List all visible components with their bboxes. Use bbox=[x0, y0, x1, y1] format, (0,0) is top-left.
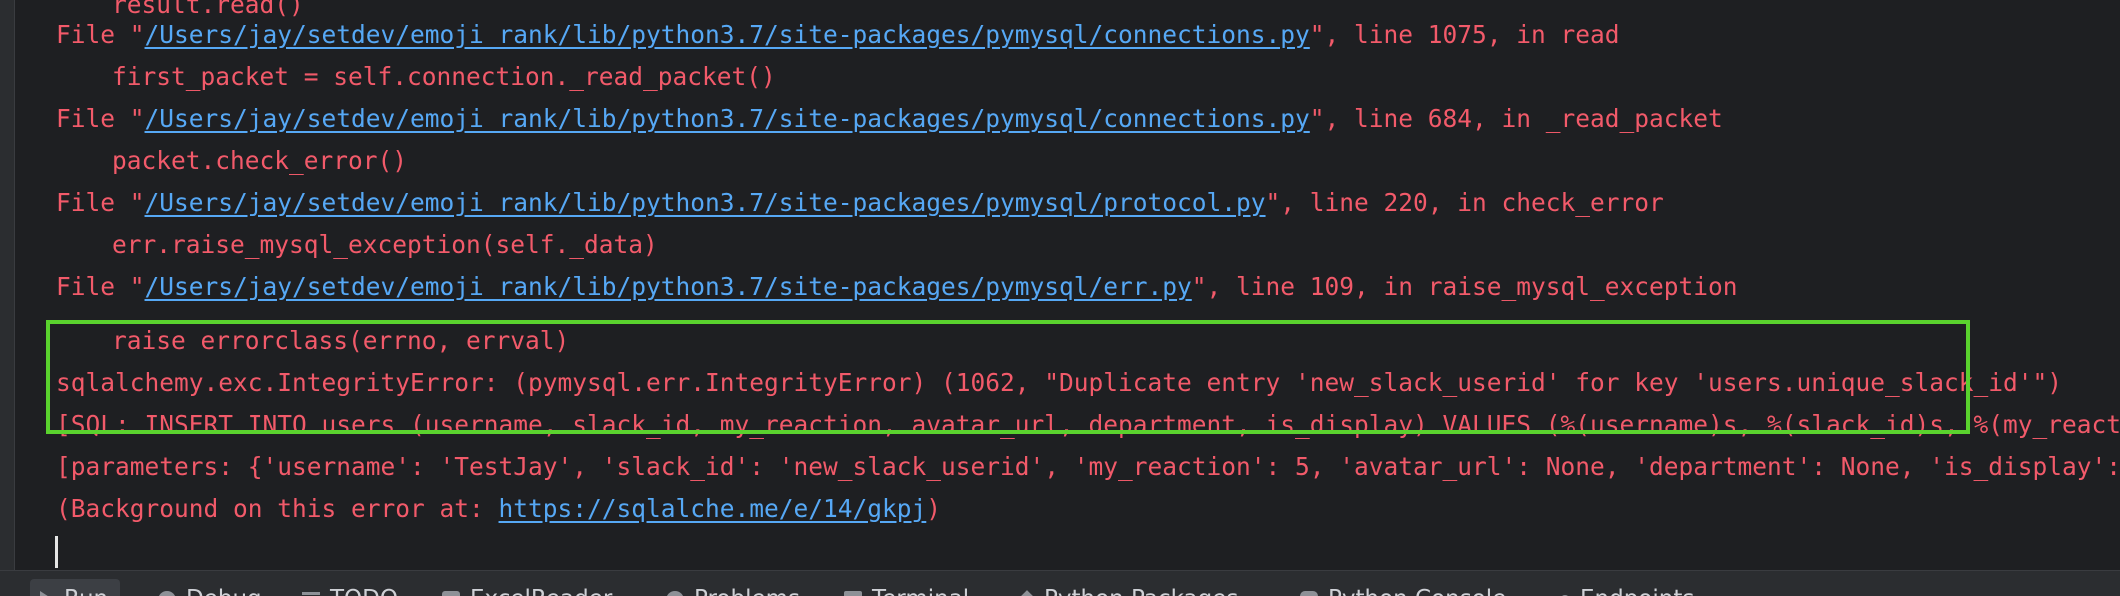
tab-terminal[interactable]: Terminal bbox=[844, 579, 969, 596]
integrity-error-message: sqlalchemy.exc.IntegrityError: (pymysql.… bbox=[56, 368, 2063, 397]
bottom-tool-window-bar: Run Debug TODO ExcelReader Problems Term… bbox=[0, 570, 2120, 596]
tab-label: Python Console bbox=[1328, 586, 1506, 596]
traceback-code-line: first_packet = self.connection._read_pac… bbox=[112, 62, 776, 91]
traceback-file-line: File "/Users/jay/setdev/emoji_rank/lib/p… bbox=[56, 20, 1620, 49]
text-caret bbox=[55, 536, 58, 568]
tab-label: Endpoints bbox=[1580, 586, 1694, 596]
tab-label: Debug bbox=[186, 586, 262, 596]
run-console-output[interactable]: result.read() File "/Users/jay/setdev/em… bbox=[0, 0, 2120, 570]
tab-label: TODO bbox=[330, 586, 398, 596]
source-file-link[interactable]: /Users/jay/setdev/emoji_rank/lib/python3… bbox=[145, 104, 1310, 133]
play-icon bbox=[40, 590, 54, 596]
source-file-link[interactable]: /Users/jay/setdev/emoji_rank/lib/python3… bbox=[145, 188, 1266, 217]
traceback-file-line: File "/Users/jay/setdev/emoji_rank/lib/p… bbox=[56, 104, 1723, 133]
tab-label: Python Packages bbox=[1044, 586, 1238, 596]
ide-window: result.read() File "/Users/jay/setdev/em… bbox=[0, 0, 2120, 596]
bug-icon bbox=[158, 590, 176, 596]
traceback-file-line: File "/Users/jay/setdev/emoji_rank/lib/p… bbox=[56, 188, 1664, 217]
source-file-link[interactable]: /Users/jay/setdev/emoji_rank/lib/python3… bbox=[145, 20, 1310, 49]
source-file-link[interactable]: /Users/jay/setdev/emoji_rank/lib/python3… bbox=[145, 272, 1192, 301]
tab-todo[interactable]: TODO bbox=[302, 579, 398, 596]
python-icon bbox=[1300, 590, 1318, 596]
tab-python-console[interactable]: Python Console bbox=[1300, 579, 1506, 596]
tab-label: Terminal bbox=[872, 586, 969, 596]
tab-label: Run bbox=[64, 586, 108, 596]
terminal-icon bbox=[844, 590, 862, 596]
tab-label: ExcelReader bbox=[470, 586, 612, 596]
tab-run[interactable]: Run bbox=[30, 579, 121, 596]
tab-endpoints[interactable]: Endpoints bbox=[1560, 579, 1694, 596]
sql-parameters-line: [parameters: {'username': 'TestJay', 'sl… bbox=[56, 452, 2120, 481]
traceback-code-line: raise errorclass(errno, errval) bbox=[112, 326, 570, 355]
tab-problems[interactable]: Problems bbox=[666, 579, 800, 596]
problems-icon bbox=[666, 590, 684, 596]
tab-label: Problems bbox=[694, 586, 800, 596]
excel-icon bbox=[442, 590, 460, 596]
tab-debug[interactable]: Debug bbox=[158, 579, 262, 596]
background-info-line: (Background on this error at: https://sq… bbox=[56, 494, 942, 523]
layers-icon bbox=[1017, 589, 1037, 596]
traceback-file-line: File "/Users/jay/setdev/emoji_rank/lib/p… bbox=[56, 272, 1738, 301]
tab-python-packages[interactable]: Python Packages bbox=[1017, 579, 1238, 596]
tab-excel-reader[interactable]: ExcelReader bbox=[442, 579, 612, 596]
list-icon bbox=[302, 591, 320, 596]
sql-statement-line: [SQL: INSERT INTO users (username, slack… bbox=[56, 410, 2120, 439]
traceback-code-line: packet.check_error() bbox=[112, 146, 408, 175]
error-docs-link[interactable]: https://sqlalche.me/e/14/gkpj bbox=[499, 494, 927, 523]
traceback-code-line: err.raise_mysql_exception(self._data) bbox=[112, 230, 658, 259]
